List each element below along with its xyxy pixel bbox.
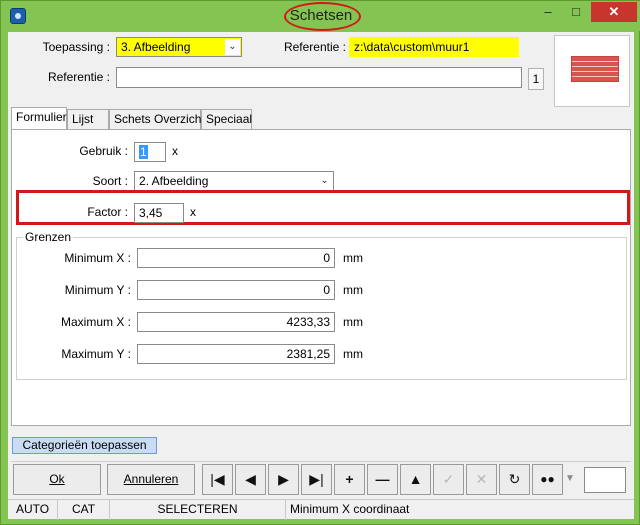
toepassing-label: Toepassing :: [42, 40, 110, 54]
bottom-toolbar: Ok Annuleren |◀ ◀ ▶ ▶| + — ▲ ✓ ✕ ↻ ●● ▼: [11, 461, 631, 496]
annuleren-button[interactable]: Annuleren: [107, 464, 195, 495]
edit-up-icon[interactable]: ▲: [400, 464, 431, 495]
maximum-x-label: Maximum X :: [60, 315, 131, 329]
maximize-button[interactable]: □: [563, 2, 589, 22]
grenzen-title: Grenzen: [23, 230, 74, 244]
status-mode: SELECTEREN: [110, 500, 286, 520]
referentie-path-field[interactable]: z:\data\custom\muur1: [349, 37, 519, 57]
minimum-x-label: Minimum X :: [64, 251, 131, 265]
annuleren-button-label: Annuleren: [123, 472, 179, 486]
toepassing-select[interactable]: 3. Afbeelding ⌄: [116, 37, 242, 57]
tab-schets-overzicht[interactable]: Schets Overzicht: [109, 109, 205, 129]
confirm-check-icon: ✓: [433, 464, 464, 495]
soort-label: Soort :: [92, 174, 128, 188]
title-annotation-oval: [284, 2, 361, 31]
previous-record-icon[interactable]: ◀: [235, 464, 266, 495]
binoculars-find-icon[interactable]: ●●: [532, 464, 563, 495]
maximum-y-label: Maximum Y :: [61, 347, 131, 361]
gebruik-unit: x: [172, 144, 178, 158]
find-dropdown-icon[interactable]: ▼: [565, 473, 575, 484]
close-button[interactable]: ✕: [591, 2, 637, 22]
soort-select[interactable]: 2. Afbeelding ⌄: [134, 171, 334, 191]
application-window: Schetsen – □ ✕ Toepassing : 3. Afbeeldin…: [0, 0, 640, 525]
first-record-icon[interactable]: |◀: [202, 464, 233, 495]
gebruik-value: 1: [139, 145, 148, 159]
refresh-icon[interactable]: ↻: [499, 464, 530, 495]
factor-label: Factor :: [87, 205, 128, 219]
status-bar: AUTO CAT SELECTEREN Minimum X coordinaat: [8, 499, 634, 520]
ok-button-label: Ok: [49, 472, 65, 486]
delete-record-icon[interactable]: —: [367, 464, 398, 495]
tab-lijst[interactable]: Lijst: [67, 109, 109, 129]
ok-button[interactable]: Ok: [13, 464, 101, 495]
categories-apply-button[interactable]: Categorieën toepassen: [12, 437, 157, 454]
maximum-x-input[interactable]: 4233,33: [137, 312, 335, 332]
status-cat: CAT: [58, 500, 110, 520]
image-preview[interactable]: [554, 35, 630, 107]
tab-panel-formulier: Gebruik : 1 x Soort : 2. Afbeelding ⌄ Fa…: [11, 129, 631, 426]
minimum-x-unit: mm: [343, 251, 363, 265]
maximum-y-input[interactable]: 2381,25: [137, 344, 335, 364]
add-record-icon[interactable]: +: [334, 464, 365, 495]
referentie2-label: Referentie :: [47, 70, 110, 84]
cancel-x-icon: ✕: [466, 464, 497, 495]
minimum-y-input[interactable]: 0: [137, 280, 335, 300]
factor-input[interactable]: 3,45: [134, 203, 184, 223]
toepassing-value: 3. Afbeelding: [121, 40, 191, 54]
soort-value: 2. Afbeelding: [139, 174, 209, 188]
record-number-input[interactable]: [584, 467, 626, 493]
status-auto: AUTO: [8, 500, 58, 520]
gebruik-label: Gebruik :: [79, 144, 128, 158]
last-record-icon[interactable]: ▶|: [301, 464, 332, 495]
factor-unit: x: [190, 205, 196, 219]
referentie-label: Referentie :: [283, 40, 346, 54]
status-hint: Minimum X coordinaat: [290, 502, 410, 516]
maximum-x-unit: mm: [343, 315, 363, 329]
minimum-y-unit: mm: [343, 283, 363, 297]
minimize-button[interactable]: –: [535, 2, 561, 22]
grenzen-group: Grenzen Minimum X : 0 mm Minimum Y : 0 m…: [16, 230, 627, 380]
reference-count: 1: [528, 68, 544, 90]
maximum-y-unit: mm: [343, 347, 363, 361]
minimum-y-label: Minimum Y :: [64, 283, 131, 297]
next-record-icon[interactable]: ▶: [268, 464, 299, 495]
client-area: Toepassing : 3. Afbeelding ⌄ Referentie …: [8, 32, 634, 520]
brick-wall-thumbnail: [571, 56, 619, 82]
chevron-down-icon[interactable]: ⌄: [225, 39, 240, 55]
tab-speciaal[interactable]: Speciaal: [201, 109, 252, 129]
tab-formulier[interactable]: Formulier: [11, 107, 67, 129]
chevron-down-icon[interactable]: ⌄: [317, 173, 332, 189]
gebruik-input[interactable]: 1: [134, 142, 166, 162]
referentie-input[interactable]: [116, 67, 522, 88]
title-bar[interactable]: Schetsen – □ ✕: [1, 1, 640, 31]
minimum-x-input[interactable]: 0: [137, 248, 335, 268]
